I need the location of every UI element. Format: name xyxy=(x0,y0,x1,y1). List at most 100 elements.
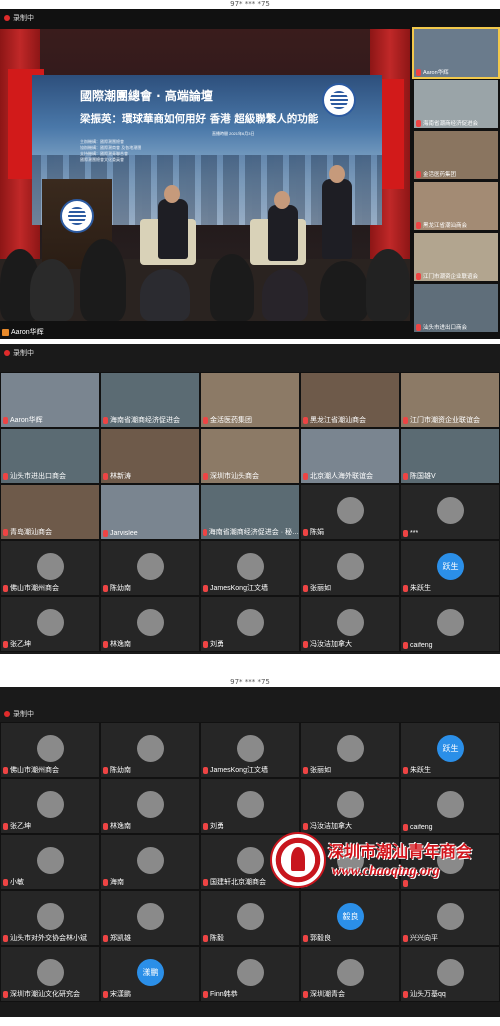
participant-tile[interactable]: 林逸南 xyxy=(100,778,200,834)
participant-tile[interactable]: 陈幼南 xyxy=(100,540,200,596)
side-tile-label: 黑龙江省潮汕商会 xyxy=(423,223,468,229)
participant-name: 北京潮人海外联谊会 xyxy=(310,473,373,480)
audience-member xyxy=(80,239,126,321)
participant-tile[interactable]: JamesKong江文墙 xyxy=(200,540,300,596)
participant-tile[interactable]: 冯汝洁加拿大 xyxy=(300,596,400,652)
participant-tile[interactable]: 漾鹏 宋漾鹏 xyxy=(100,946,200,1002)
participant-label: 国建轩北京潮商会 xyxy=(203,877,266,887)
participant-name: 陈娟 xyxy=(310,529,324,536)
participant-tile[interactable]: 海南省潮商经济促进会 xyxy=(100,372,200,428)
participant-name: 冯汝洁加拿大 xyxy=(310,641,352,648)
side-video-tile[interactable]: 江门市潮资企业联谊会 xyxy=(414,233,498,281)
participant-label: 海南 xyxy=(103,877,124,887)
participant-label: 陈娟 xyxy=(303,527,324,537)
participant-tile[interactable]: 刘勇 xyxy=(200,596,300,652)
mic-off-icon xyxy=(103,530,108,537)
participant-name: caifeng xyxy=(410,642,433,649)
participant-name: Aaron华辉 xyxy=(10,417,43,424)
avatar xyxy=(337,553,364,580)
participant-tile[interactable]: 佛山市潮州商会 xyxy=(0,722,100,778)
participant-tile[interactable]: 张乙坤 xyxy=(0,778,100,834)
avatar xyxy=(37,735,64,762)
side-video-tile[interactable]: 黑龙江省潮汕商会 xyxy=(414,182,498,230)
participant-label: 佛山市潮州商会 xyxy=(3,765,59,775)
participant-tile[interactable]: Finn韩恭 xyxy=(200,946,300,1002)
participant-name: 深圳市汕头商会 xyxy=(210,473,259,480)
participant-tile[interactable]: 黑龙江省潮汕商会 xyxy=(300,372,400,428)
participant-tile[interactable]: 刘勇 xyxy=(200,778,300,834)
mic-off-icon xyxy=(303,584,308,592)
participant-tile[interactable]: 海南 xyxy=(100,834,200,890)
participant-tile[interactable]: 林逸南 xyxy=(100,596,200,652)
avatar xyxy=(337,735,364,762)
participant-tile[interactable]: 陈国雄V xyxy=(400,428,500,484)
participant-tile[interactable]: 小敏 xyxy=(0,834,100,890)
side-video-tile[interactable]: 海南省潮商经济促进会 xyxy=(414,80,498,128)
participant-tile[interactable]: JamesKong江文墙 xyxy=(200,722,300,778)
participant-tile[interactable]: 林新涛 xyxy=(100,428,200,484)
mic-off-icon xyxy=(416,221,421,229)
mic-off-icon xyxy=(203,584,208,592)
participant-label: 兴兴向平 xyxy=(403,933,438,943)
participant-tile[interactable]: Aaron华辉 xyxy=(0,372,100,428)
participant-name: 海南省潮商经济促进会 · 秘… xyxy=(208,529,299,536)
participant-tile[interactable]: caifeng xyxy=(400,596,500,652)
participant-tile[interactable]: 陈幼南 xyxy=(100,722,200,778)
main-video[interactable]: 國際潮團總會 · 高端論壇 梁振英：環球華商如何用好 香港 超級聯繫人的功能 直… xyxy=(0,29,410,321)
participant-tile[interactable]: 冯汝洁加拿大 xyxy=(300,778,400,834)
mic-off-icon xyxy=(416,323,421,331)
organization-emblem-icon xyxy=(322,83,356,117)
participant-name: Jarvislee xyxy=(110,530,138,537)
initials-avatar: 跃生 xyxy=(437,553,464,580)
participant-label: caifeng xyxy=(403,824,433,831)
participant-name: 黑龙江省潮汕商会 xyxy=(310,417,366,424)
participant-label: Aaron华辉 xyxy=(3,415,43,425)
participant-tile[interactable]: 陈娟 xyxy=(300,484,400,540)
participant-tile[interactable]: 江门市潮资企业联谊会 xyxy=(400,372,500,428)
participant-name: 青岛潮汕商会 xyxy=(10,529,52,536)
participant-tile[interactable]: 海南省潮商经济促进会 · 秘… xyxy=(200,484,300,540)
participant-tile[interactable]: 跃生 朱跃生 xyxy=(400,540,500,596)
participant-name: 金活医药集团 xyxy=(210,417,252,424)
side-video-tile[interactable]: 汕头市进出口商会 xyxy=(414,284,498,332)
meeting-window-speaker-view: 录制中 國際潮團總會 · 高端論壇 梁振英：環球華商如何用好 香港 超級聯繫人的… xyxy=(0,9,500,339)
participant-tile[interactable]: 汕头市对外交协会林小斌 xyxy=(0,890,100,946)
participant-name: 深圳潮青会 xyxy=(310,991,345,998)
participant-tile[interactable]: 深圳市汕头商会 xyxy=(200,428,300,484)
participant-tile[interactable]: *** xyxy=(400,484,500,540)
participant-tile[interactable]: 青岛潮汕商会 xyxy=(0,484,100,540)
mic-off-icon xyxy=(3,416,8,424)
participant-tile[interactable]: 张乙坤 xyxy=(0,596,100,652)
participant-tile[interactable]: 金活医药集团 xyxy=(200,372,300,428)
participant-tile[interactable]: 张丽如 xyxy=(300,540,400,596)
participant-tile[interactable]: 汕头万基qq xyxy=(400,946,500,1002)
participant-tile[interactable]: 郑凯雄 xyxy=(100,890,200,946)
mic-off-icon xyxy=(203,472,208,480)
mic-off-icon xyxy=(303,934,308,942)
mic-off-icon xyxy=(103,990,108,998)
mic-off-icon xyxy=(3,528,8,536)
participant-tile[interactable]: 张丽如 xyxy=(300,722,400,778)
recording-label: 录制中 xyxy=(13,350,34,357)
recording-indicator: 录制中 xyxy=(4,13,34,23)
mic-off-icon xyxy=(3,878,8,886)
participant-tile[interactable]: 汕头市进出口商会 xyxy=(0,428,100,484)
participant-name: 佛山市潮州商会 xyxy=(10,585,59,592)
mic-off-icon xyxy=(103,416,108,424)
participant-tile[interactable]: 深圳潮青会 xyxy=(300,946,400,1002)
participant-name: 朱跃生 xyxy=(410,585,431,592)
participant-label: 海南省潮商经济促进会 · 秘… xyxy=(203,527,299,537)
participant-tile[interactable]: 北京潮人海外联谊会 xyxy=(300,428,400,484)
participant-label: 林逸南 xyxy=(103,821,131,831)
participant-tile[interactable]: Jarvislee xyxy=(100,484,200,540)
side-video-tile[interactable]: Aaron华辉 xyxy=(412,27,500,79)
participant-tile[interactable]: caifeng xyxy=(400,778,500,834)
participant-tile[interactable]: 深圳市潮汕文化研究会 xyxy=(0,946,100,1002)
avatar xyxy=(237,791,264,818)
avatar xyxy=(237,735,264,762)
participant-tile[interactable]: 跃生 朱跃生 xyxy=(400,722,500,778)
side-video-tile[interactable]: 金活医药集团 xyxy=(414,131,498,179)
participant-label: 张乙坤 xyxy=(3,639,31,649)
participant-tile[interactable]: 佛山市潮州商会 xyxy=(0,540,100,596)
mic-off-icon xyxy=(403,766,408,774)
